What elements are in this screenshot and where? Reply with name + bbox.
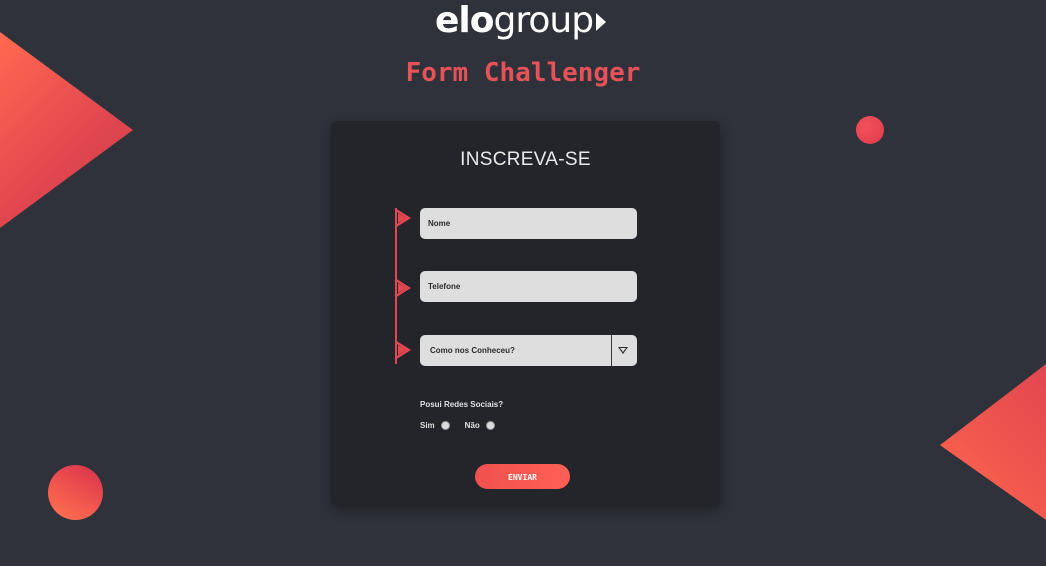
telefone-input[interactable] [420,271,637,302]
logo-text-bold: elo [435,0,494,41]
select-divider [611,335,612,366]
chevron-down-icon[interactable] [618,347,628,354]
select-value: Como nos Conheceu? [430,346,515,355]
logo-arrow-icon [596,13,607,31]
social-radio-group: Sim Não [420,421,510,430]
radio-nao[interactable] [485,421,495,430]
signup-card: INSCREVA-SE Como nos Conheceu? Posui Red… [331,121,720,506]
decorative-circle-large [48,465,103,520]
logo-text-light: group [493,0,595,41]
step-marker-inner-icon [398,283,406,293]
enviar-button[interactable]: ENVIAR [475,464,570,489]
step-marker-inner-icon [398,213,406,223]
radio-label-nao: Não [464,421,480,430]
form-title: INSCREVA-SE [460,149,591,170]
elogroup-logo: elo group [435,0,607,42]
decorative-triangle-right [940,364,1046,520]
radio-sim[interactable] [440,421,450,430]
nome-input[interactable] [420,208,637,239]
radio-label-sim: Sim [420,421,435,430]
decorative-circle-small [856,116,884,144]
page-title: Form Challenger [405,58,641,88]
step-marker-inner-icon [398,345,406,355]
social-question-label: Posui Redes Sociais? [420,400,504,409]
como-conheceu-select[interactable]: Como nos Conheceu? [420,335,637,366]
